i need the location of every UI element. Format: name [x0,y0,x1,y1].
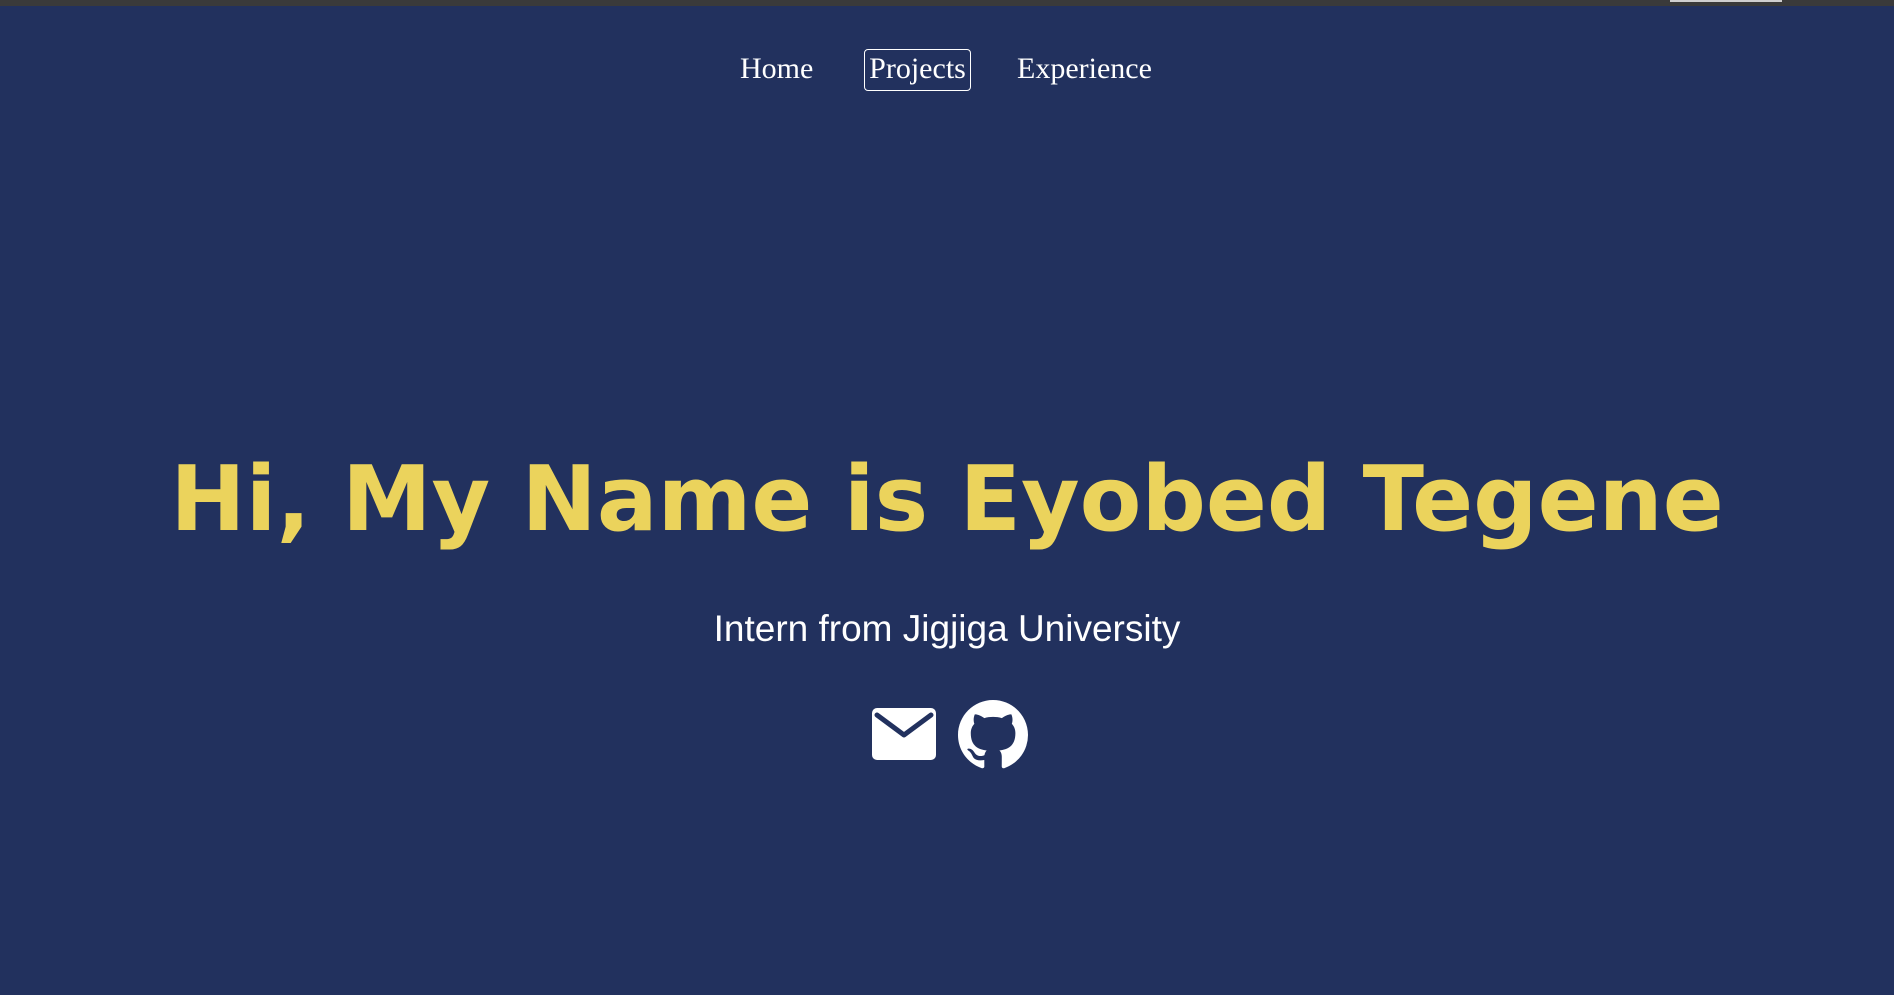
github-icon [958,700,1028,769]
browser-tab-edge [1670,0,1782,2]
browser-top-strip [0,0,1894,6]
github-link[interactable] [958,700,1028,770]
hero-title: Hi, My Name is Eyobed Tegene [170,447,1724,552]
email-link[interactable] [872,708,936,760]
main-nav: Home Projects Experience [0,49,1894,91]
nav-link-home[interactable]: Home [740,49,813,91]
nav-link-projects[interactable]: Projects [864,49,971,91]
hero-subtitle: Intern from Jigjiga University [713,608,1181,649]
nav-link-experience[interactable]: Experience [1017,49,1152,91]
mail-icon [872,708,936,760]
